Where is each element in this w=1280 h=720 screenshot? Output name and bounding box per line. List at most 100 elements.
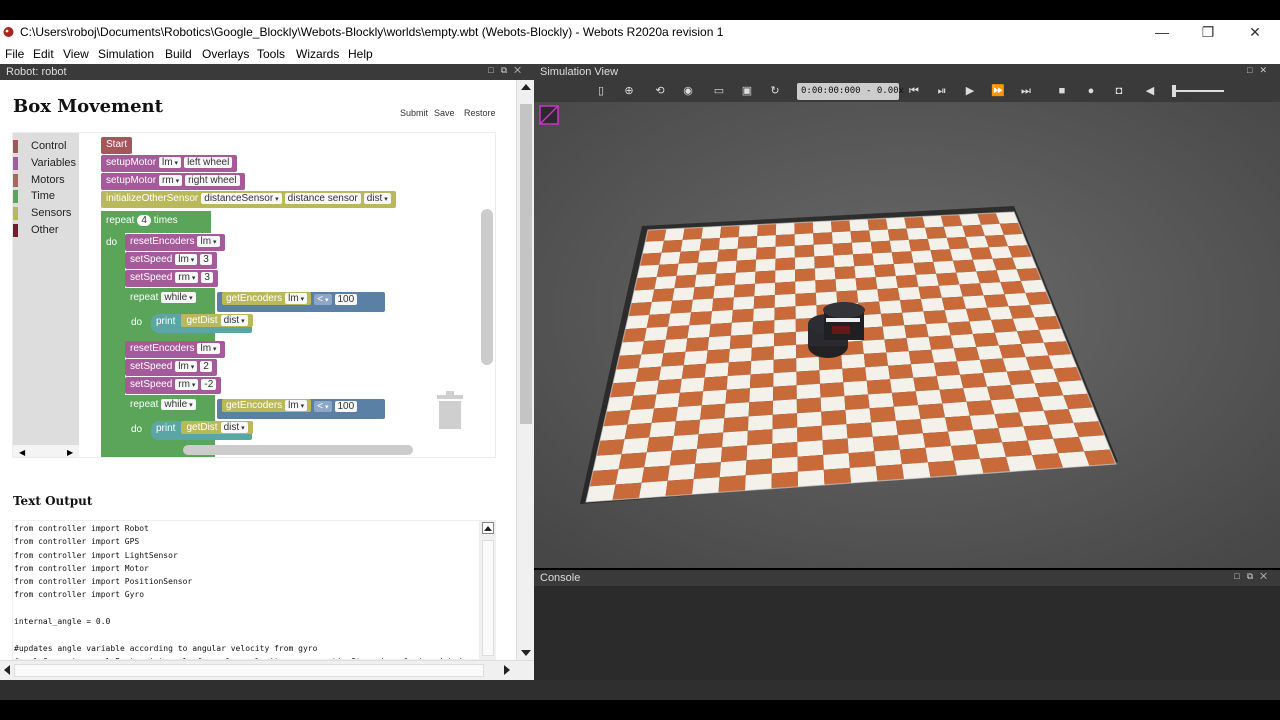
get-dist-block[interactable]: getDist dist [181, 314, 253, 327]
record-icon[interactable]: ● [1084, 84, 1098, 98]
dock-float-icon[interactable]: □ [1247, 65, 1259, 75]
print-block[interactable]: print getDist dist [151, 421, 253, 440]
print-block[interactable]: print getDist dist [151, 314, 253, 333]
3d-scene-view[interactable] [534, 102, 1280, 568]
compare-block[interactable]: getEncoderslm<100 [217, 399, 385, 419]
minimize-button[interactable]: — [1142, 22, 1182, 42]
var-dropdown[interactable]: lm [197, 236, 220, 247]
volume-slider-knob[interactable] [1172, 85, 1176, 97]
scroll-right-icon[interactable]: ▶ [67, 448, 73, 457]
dock-minimize-icon[interactable]: □ [1234, 571, 1246, 581]
speed-value-field[interactable]: -2 [201, 379, 217, 390]
toolbox-category-variables[interactable]: Variables [13, 155, 79, 171]
operator-dropdown[interactable]: < [314, 294, 332, 305]
dock-close-icon[interactable]: ✕ [514, 65, 528, 75]
save-button[interactable]: Save [434, 108, 455, 118]
initialize-sensor-block[interactable]: initializeOtherSensordistanceSensordista… [101, 191, 396, 208]
dock-close-icon[interactable]: ✕ [1260, 571, 1274, 581]
menu-build[interactable]: Build [165, 47, 192, 61]
compare-number-field[interactable]: 100 [334, 294, 358, 305]
code-scrollbar[interactable] [480, 520, 496, 660]
workspace-horizontal-scrollbar[interactable] [183, 445, 413, 455]
close-button[interactable]: ✕ [1235, 22, 1275, 42]
var-dropdown[interactable]: rm [175, 379, 199, 390]
toggle-scene-tree-icon[interactable]: ▯ [594, 84, 608, 98]
volume-slider[interactable] [1174, 90, 1224, 92]
eye-icon[interactable]: ◉ [681, 84, 695, 98]
open-world-icon[interactable]: ▭ [712, 84, 726, 98]
repeat-count-field[interactable]: 4 [137, 215, 151, 226]
scroll-up-icon[interactable] [484, 526, 492, 531]
loop-mode-dropdown[interactable]: while [161, 399, 196, 410]
var-dropdown[interactable]: lm [159, 157, 182, 168]
repeat-times-block[interactable]: repeat 4 times [101, 213, 183, 230]
start-block[interactable]: Start [101, 137, 133, 154]
speed-value-field[interactable]: 2 [200, 361, 212, 372]
get-encoders-block[interactable]: getEncoders lm [222, 399, 312, 412]
get-dist-block[interactable]: getDist dist [181, 421, 253, 434]
menu-file[interactable]: File [5, 47, 24, 61]
toolbox-category-other[interactable]: Other [13, 222, 79, 238]
reload-world-icon[interactable]: ↻ [768, 84, 782, 98]
text-output-area[interactable]: from controller import Robot from contro… [12, 520, 480, 660]
dock-close-icon[interactable]: ✕ [1259, 65, 1274, 75]
restore-button[interactable]: ❐ [1188, 22, 1228, 42]
viewpoint-icon[interactable]: ⟲ [653, 84, 667, 98]
var-dropdown[interactable]: rm [175, 272, 199, 283]
fast-forward-icon[interactable]: ⏩ [991, 84, 1005, 98]
fastest-icon[interactable]: ⏭ [1019, 84, 1033, 98]
reset-encoders-block[interactable]: resetEncoders lm [125, 234, 225, 251]
menu-simulation[interactable]: Simulation [98, 47, 154, 61]
add-object-icon[interactable]: ⊕ [622, 84, 636, 98]
dock-float-icon[interactable]: ⧉ [501, 65, 514, 75]
var-dropdown[interactable]: lm [175, 254, 198, 265]
repeat-block-body[interactable] [101, 233, 125, 457]
scroll-left-icon[interactable]: ◀ [19, 448, 25, 457]
menu-wizards[interactable]: Wizards [296, 47, 339, 61]
workspace-vertical-scrollbar[interactable] [481, 209, 493, 365]
toolbox-category-time[interactable]: Time [13, 188, 79, 204]
compare-block[interactable]: getEncoderslm<100 [217, 292, 385, 312]
stop-icon[interactable]: ■ [1055, 84, 1069, 98]
menu-view[interactable]: View [63, 47, 89, 61]
operator-dropdown[interactable]: < [314, 401, 332, 412]
dock-float-icon[interactable]: ⧉ [1247, 571, 1260, 581]
compare-number-field[interactable]: 100 [334, 401, 358, 412]
set-speed-block[interactable]: setSpeedlm2 [125, 359, 217, 376]
set-speed-block[interactable]: setSpeedrm3 [125, 270, 218, 287]
trash-icon[interactable] [435, 391, 465, 429]
toolbox-category-motors[interactable]: Motors [13, 172, 79, 188]
code-scroll-thumb[interactable] [482, 540, 494, 656]
console-output[interactable] [534, 586, 1280, 680]
play-icon[interactable]: ▶ [963, 84, 977, 98]
step-icon[interactable]: ⏯ [935, 84, 949, 98]
robot-window-vertical-scrollbar[interactable] [516, 80, 534, 660]
scroll-thumb[interactable] [520, 104, 532, 424]
toolbox-category-sensors[interactable]: Sensors [13, 205, 79, 221]
get-encoders-block[interactable]: getEncoders lm [222, 292, 312, 305]
toolbox-scrollbar[interactable]: ◀ ▶ [13, 445, 79, 457]
setup-motor-left-block[interactable]: setupMotorlmleft wheel [101, 155, 238, 172]
set-speed-block[interactable]: setSpeedlm3 [125, 252, 217, 269]
volume-icon[interactable]: ◀ [1143, 84, 1157, 98]
robot-window-horizontal-scrollbar[interactable] [0, 660, 534, 680]
var-dropdown[interactable]: dist [363, 193, 391, 204]
var-dropdown[interactable]: rm [159, 175, 183, 186]
setup-motor-right-block[interactable]: setupMotorrmright wheel [101, 173, 245, 190]
toolbox-category-control[interactable]: Control [13, 138, 79, 154]
scroll-up-icon[interactable] [521, 84, 531, 90]
sensor-type-dropdown[interactable]: distanceSensor [201, 193, 282, 204]
motor-name-field[interactable]: left wheel [184, 157, 233, 168]
motor-name-field[interactable]: right wheel [185, 175, 240, 186]
blockly-workspace[interactable]: Control Variables Motors Time Sensors Ot… [12, 132, 496, 458]
scroll-down-icon[interactable] [521, 650, 531, 656]
scroll-thumb[interactable] [14, 664, 484, 677]
dock-minimize-icon[interactable]: □ [488, 65, 500, 75]
restore-button[interactable]: Restore [464, 108, 496, 118]
reset-icon[interactable]: ⏮ [907, 84, 921, 98]
menu-overlays[interactable]: Overlays [202, 47, 249, 61]
sensor-name-field[interactable]: distance sensor [284, 193, 361, 204]
reset-encoders-block[interactable]: resetEncoders lm [125, 341, 225, 358]
speed-value-field[interactable]: 3 [201, 272, 213, 283]
loop-mode-dropdown[interactable]: while [161, 292, 196, 303]
